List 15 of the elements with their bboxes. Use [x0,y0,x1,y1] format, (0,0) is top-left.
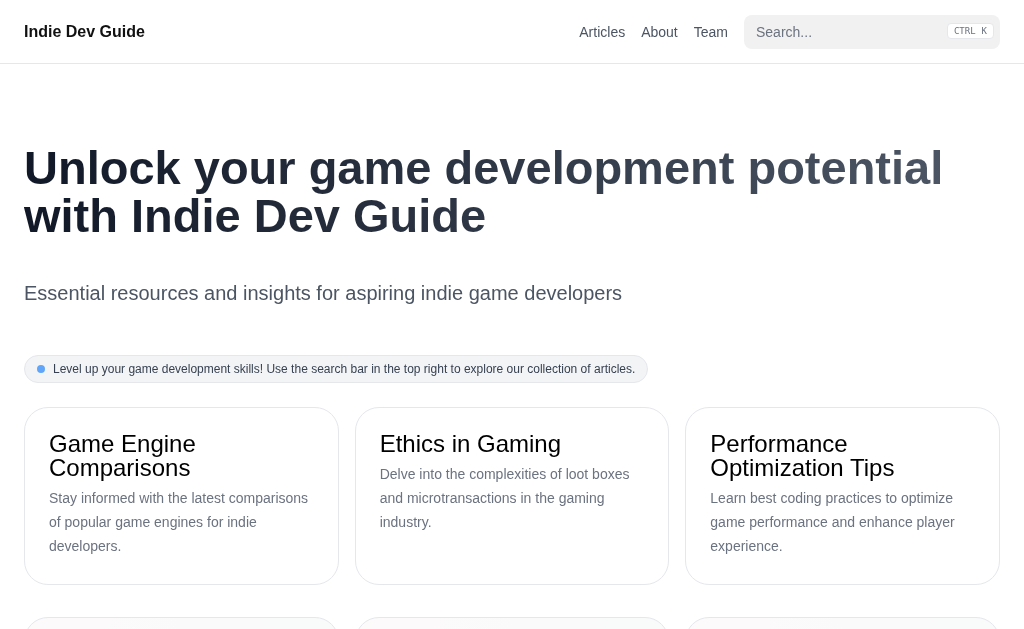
nav-link[interactable]: About [641,23,678,40]
site-logo[interactable]: Indie Dev Guide [24,22,145,41]
card-description: Stay informed with the latest comparisons of popular game engines for indie developers. [49,489,310,556]
article-card[interactable]: Game Engine Comparisons Stay informed with the latest comparisons of popular game engines for indie developers. [24,407,339,585]
article-card[interactable]: Performance Optimization Tips Learn best coding practices to optimize game performance and enhance player experience. [685,407,1000,585]
nav-link[interactable]: Team [693,23,728,40]
hero-subtitle: Essential resources and insights for aspiring indie game developers [24,282,624,305]
card-description: Delve into the complexities of loot boxes and microtransactions in the gaming industry. [379,465,631,532]
card-title: Performance Optimization Tips [710,432,896,480]
card-title: Game Engine Comparisons [49,432,197,480]
card-title: Ethics in Gaming [379,432,563,456]
article-card[interactable]: Ethics in Gaming Delve into the complexities of loot boxes and microtransactions in the gaming industry. [354,407,670,585]
nav-link[interactable]: Articles [579,23,626,40]
card-description: Learn best coding practices to optimize game performance and enhance player experience. [710,489,956,556]
notice-text: Level up your game development skills! Use the search bar in the top right to explore our collection of articles. [53,362,636,376]
